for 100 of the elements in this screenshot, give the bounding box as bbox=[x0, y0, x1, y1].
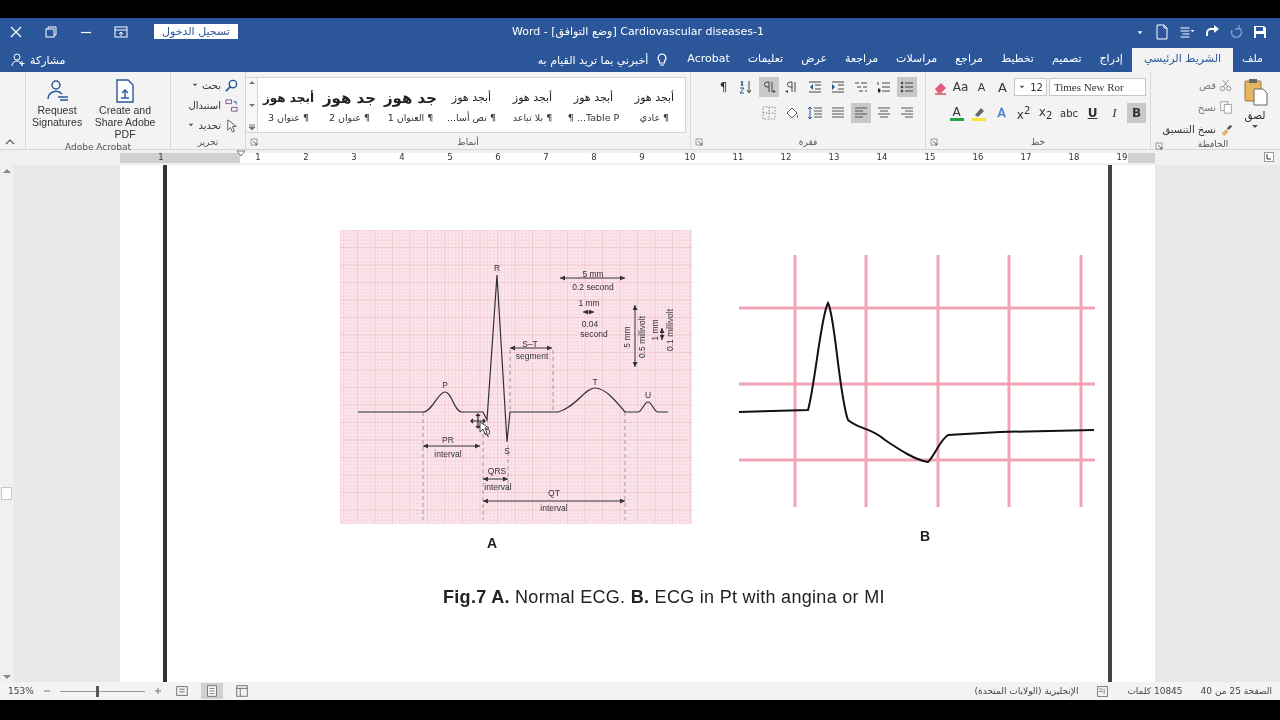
zoom-level[interactable]: 153% bbox=[8, 686, 34, 696]
underline-button[interactable]: U bbox=[1083, 103, 1102, 123]
scroll-up-icon[interactable] bbox=[1, 167, 12, 175]
launcher-icon[interactable] bbox=[695, 138, 703, 146]
measure-arrow bbox=[482, 476, 509, 482]
text-effects-button[interactable]: A bbox=[992, 103, 1011, 123]
align-center-icon bbox=[876, 105, 892, 121]
strikethrough-button[interactable]: abc bbox=[1058, 103, 1080, 123]
paste-button[interactable]: لصق bbox=[1239, 75, 1271, 139]
window-title: Word - [وضع التوافق] Cardiovascular diseases-1 bbox=[511, 25, 764, 38]
ruler-number: 19 bbox=[1116, 152, 1128, 162]
ruler-number: 3 bbox=[351, 152, 357, 162]
multilevel-list-icon bbox=[853, 79, 869, 95]
word-count[interactable]: 10845 كلمات bbox=[1127, 686, 1183, 696]
proofing-icon[interactable] bbox=[1096, 684, 1110, 698]
dashed-guide-line bbox=[552, 349, 554, 413]
superscript-button[interactable]: x$^{2}$ bbox=[1014, 103, 1033, 123]
collapse-ribbon-icon[interactable] bbox=[4, 137, 16, 147]
find-button[interactable]: بحث bbox=[185, 75, 241, 95]
ruler-number: 4 bbox=[399, 152, 405, 162]
tab-selector-icon[interactable] bbox=[1264, 152, 1274, 162]
style-item[interactable]: جد هوز ¶ عنوان 2 bbox=[319, 78, 380, 132]
web-layout-icon bbox=[235, 684, 249, 698]
ribbon-tab[interactable]: مراجع bbox=[946, 48, 992, 72]
tell-me-field[interactable]: أخبرني بما تريد القيام به bbox=[537, 48, 671, 72]
scroll-down-icon[interactable] bbox=[1, 672, 12, 680]
style-item[interactable]: أبجد هوز ¶ بلا تباعد bbox=[502, 78, 563, 132]
ruler-number: 11 bbox=[732, 152, 744, 162]
ribbon-tab[interactable]: مراسلات bbox=[887, 48, 947, 72]
line-spacing-icon bbox=[807, 105, 823, 121]
share-button[interactable]: مشاركة bbox=[10, 48, 66, 72]
diagram-label: 0.5 millivolt bbox=[637, 316, 647, 358]
ribbon-tab[interactable]: تعليمات bbox=[738, 48, 793, 72]
ruler-number: 18 bbox=[1068, 152, 1080, 162]
document-icon[interactable] bbox=[1154, 23, 1170, 40]
style-item[interactable]: أبجد هوز ¶ عنوان 3 bbox=[258, 78, 319, 132]
more-icon[interactable] bbox=[246, 123, 257, 132]
diagram-label: 5 mm bbox=[622, 326, 632, 348]
bullets-button[interactable] bbox=[897, 77, 917, 97]
measure-arrow bbox=[509, 345, 553, 351]
ribbon-tab[interactable]: الشريط الرئيسي bbox=[1131, 48, 1234, 72]
ribbon-tab[interactable]: ملف bbox=[1233, 48, 1272, 72]
ruler-number: 16 bbox=[972, 152, 984, 162]
create-pdf-button[interactable]: Create and Share Adobe PDF bbox=[84, 75, 166, 142]
diagram-label: P bbox=[442, 380, 448, 390]
shrink-font-button[interactable]: A bbox=[972, 77, 991, 97]
slider-thumb[interactable] bbox=[95, 685, 99, 697]
italic-button[interactable]: I bbox=[1105, 103, 1124, 123]
font-color-button[interactable]: A bbox=[947, 103, 966, 123]
change-case-button[interactable]: Aa bbox=[951, 77, 970, 97]
style-item[interactable]: أبجد هوز ¶ نص أسا... bbox=[441, 78, 502, 132]
left-to-right-icon bbox=[761, 79, 777, 95]
ruler-number: 1 bbox=[158, 152, 164, 162]
restore-icon[interactable] bbox=[43, 23, 59, 40]
print-layout-button[interactable] bbox=[201, 683, 223, 699]
ribbon-tab[interactable]: إدراج bbox=[1090, 48, 1132, 72]
style-item[interactable]: جد هوز ¶ العنوان 1 bbox=[380, 78, 441, 132]
sort-icon bbox=[738, 79, 754, 95]
bold-button[interactable]: B bbox=[1127, 103, 1146, 123]
font-name-field[interactable]: Times New Ror bbox=[1048, 78, 1146, 96]
numbered-list-icon bbox=[876, 79, 892, 95]
launcher-icon[interactable] bbox=[1155, 142, 1163, 150]
caret-icon bbox=[1018, 84, 1026, 90]
ribbon-tab[interactable]: مراجعة bbox=[836, 48, 888, 72]
diagram-label: U bbox=[644, 390, 652, 400]
ribbon-tab[interactable]: Acrobat bbox=[678, 48, 739, 72]
ruler-number: 1 bbox=[255, 152, 261, 162]
diagram-label: interval bbox=[434, 449, 462, 459]
copy-icon bbox=[1219, 100, 1233, 114]
show-marks-button[interactable]: ¶ bbox=[714, 77, 733, 97]
save-icon[interactable] bbox=[1252, 23, 1268, 40]
zoom-in-icon[interactable] bbox=[153, 686, 163, 696]
ribbon-tab[interactable]: تصميم bbox=[1042, 48, 1091, 72]
ruler-number: 2 bbox=[303, 152, 309, 162]
diagram-label: PR bbox=[442, 435, 454, 445]
page-icon bbox=[205, 684, 219, 698]
font-size-field[interactable]: 12 bbox=[1014, 78, 1047, 96]
page-count[interactable]: الصفحة 25 من 40 bbox=[1200, 686, 1272, 696]
launcher-icon[interactable] bbox=[250, 138, 258, 146]
request-signatures-button[interactable]: Request Signatures bbox=[30, 75, 85, 142]
sign-in-button[interactable]: تسجيل الدخول bbox=[154, 24, 238, 39]
language[interactable]: الإنجليزية (الولايات المتحدة) bbox=[974, 686, 1079, 696]
align-right-icon bbox=[899, 105, 915, 121]
launcher-icon[interactable] bbox=[930, 138, 938, 146]
select-button[interactable]: تحديد bbox=[185, 115, 241, 135]
ribbon-display-icon[interactable] bbox=[113, 23, 129, 40]
replace-button[interactable]: استبدال bbox=[185, 95, 241, 115]
group-label: تحرير bbox=[197, 137, 219, 147]
format-painter-button[interactable]: نسخ التنسيق bbox=[1160, 119, 1235, 139]
group-label: فقرة bbox=[798, 137, 818, 147]
group-label: أنماط bbox=[457, 137, 479, 147]
grow-font-button[interactable]: A bbox=[993, 77, 1012, 97]
diagram-label: 1 mm bbox=[578, 298, 600, 308]
style-item[interactable]: أبجد هوز ¶ عادي bbox=[624, 78, 685, 132]
diagram-label: second bbox=[580, 329, 608, 339]
ribbon-tab[interactable]: تخطيط bbox=[991, 48, 1043, 72]
subscript-button[interactable]: x$_{2}$ bbox=[1036, 103, 1055, 123]
ribbon-tab[interactable]: عرض bbox=[792, 48, 837, 72]
left-to-right-button[interactable] bbox=[759, 77, 779, 97]
scroll-thumb[interactable] bbox=[1, 487, 12, 500]
